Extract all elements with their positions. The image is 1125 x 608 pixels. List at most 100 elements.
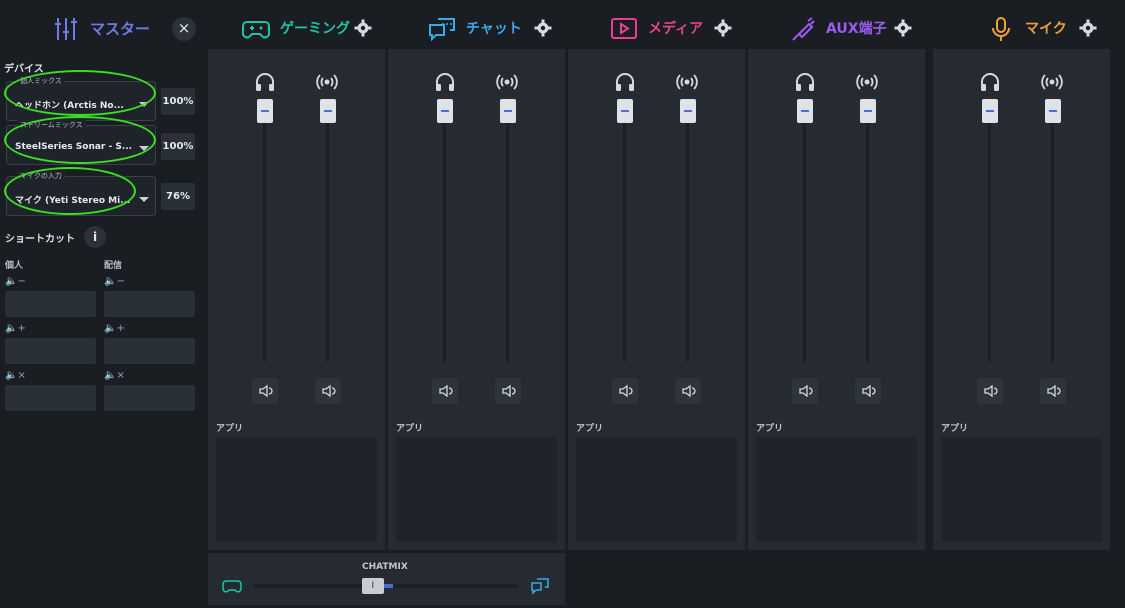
mute-icon: 🔈×	[104, 370, 125, 381]
stream-volume-slider[interactable]	[860, 99, 876, 123]
speaker-icon	[977, 384, 1003, 408]
personal-volume-track[interactable]	[988, 107, 991, 362]
headphones-icon	[434, 71, 456, 93]
speaker-icon	[1040, 384, 1066, 408]
personal-volume-slider[interactable]	[257, 99, 273, 123]
sonar-mixer: マスター × デバイス 個人ミックス ヘッドホン (Arctis No... 1…	[0, 0, 1125, 608]
chatmix-slider-handle[interactable]: I	[361, 578, 384, 594]
master-title: マスター	[90, 20, 151, 38]
master-panel: マスター × デバイス 個人ミックス ヘッドホン (Arctis No... 1…	[0, 0, 205, 608]
speaker-icon	[855, 384, 881, 408]
apps-list	[756, 437, 917, 542]
channel-gaming: ゲーミング アプリ	[208, 8, 385, 550]
apps-list	[941, 437, 1102, 542]
apps-list	[396, 437, 557, 542]
apps-label: アプリ	[756, 424, 784, 434]
gear-icon[interactable]	[1079, 19, 1097, 37]
stream-mix-select[interactable]: ストリームミックス SteelSeries Sonar - S...	[6, 120, 156, 165]
stream-volume-up-shortcut[interactable]	[104, 338, 195, 364]
apps-list	[576, 437, 737, 542]
personal-mix-select[interactable]: 個人ミックス ヘッドホン (Arctis No...	[6, 76, 156, 121]
mic-input-value: マイク (Yeti Stereo Mi...	[15, 196, 131, 206]
personal-mute-button[interactable]	[792, 378, 818, 404]
speaker-icon	[792, 384, 818, 408]
headphones-icon	[794, 71, 816, 93]
gear-icon[interactable]	[354, 19, 372, 37]
stream-mute-button[interactable]	[855, 378, 881, 404]
speaker-icon	[252, 384, 278, 408]
personal-volume-track[interactable]	[263, 107, 266, 362]
channel-header: チャット	[388, 8, 565, 49]
chevron-down-icon	[139, 102, 149, 107]
headphones-icon	[614, 71, 636, 93]
stream-volume-track[interactable]	[686, 107, 689, 362]
personal-volume-track[interactable]	[803, 107, 806, 362]
volume-down-icon: 🔈−	[5, 276, 26, 287]
shortcuts-heading: ショートカット	[5, 234, 75, 245]
channel-title: チャット	[466, 21, 522, 37]
stream-volume-down-shortcut[interactable]	[104, 291, 195, 317]
stream-mute-button[interactable]	[1040, 378, 1066, 404]
sliders-icon	[55, 18, 77, 40]
stream-volume-slider[interactable]	[320, 99, 336, 123]
channel-title: AUX端子	[826, 21, 887, 37]
personal-mute-button[interactable]	[977, 378, 1003, 404]
chatmix-fill	[382, 584, 393, 588]
stream-volume-track[interactable]	[326, 107, 329, 362]
close-button[interactable]: ×	[172, 17, 196, 41]
channel-header: マイク	[933, 8, 1110, 49]
personal-mute-button[interactable]	[252, 378, 278, 404]
play-icon	[611, 18, 637, 39]
stream-volume-track[interactable]	[1051, 107, 1054, 362]
microphone-icon	[992, 17, 1010, 41]
speaker-icon	[612, 384, 638, 408]
channel-header: AUX端子	[748, 8, 925, 49]
channel-title: ゲーミング	[280, 21, 350, 37]
personal-column-label: 個人	[5, 261, 24, 271]
info-icon[interactable]: i	[84, 226, 106, 248]
personal-volume-slider[interactable]	[437, 99, 453, 123]
gear-icon[interactable]	[894, 19, 912, 37]
stream-mute-button[interactable]	[315, 378, 341, 404]
stream-mute-button[interactable]	[495, 378, 521, 404]
personal-mute-button[interactable]	[432, 378, 458, 404]
personal-mute-button[interactable]	[612, 378, 638, 404]
channel-header: メディア	[568, 8, 745, 49]
personal-mute-shortcut[interactable]	[5, 385, 96, 411]
apps-label: アプリ	[216, 424, 244, 434]
stream-mute-button[interactable]	[675, 378, 701, 404]
broadcast-icon	[1041, 71, 1063, 93]
chatmix-panel: CHATMIX I	[208, 553, 565, 605]
personal-volume-down-shortcut[interactable]	[5, 291, 96, 317]
personal-volume-track[interactable]	[623, 107, 626, 362]
personal-volume-track[interactable]	[443, 107, 446, 362]
headphones-icon	[254, 71, 276, 93]
gamepad-icon	[242, 21, 270, 39]
stream-volume-slider[interactable]	[1045, 99, 1061, 123]
personal-volume-slider[interactable]	[797, 99, 813, 123]
apps-list	[216, 437, 377, 542]
stream-volume-track[interactable]	[866, 107, 869, 362]
channel-body: アプリ	[388, 49, 565, 550]
headphones-icon	[979, 71, 1001, 93]
stream-volume-slider[interactable]	[680, 99, 696, 123]
stream-mix-percent[interactable]: 100%	[161, 133, 195, 160]
stream-mute-shortcut[interactable]	[104, 385, 195, 411]
channel-body: アプリ	[748, 49, 925, 550]
mic-input-percent[interactable]: 76%	[161, 183, 195, 210]
chat-icon	[531, 578, 549, 595]
personal-volume-slider[interactable]	[617, 99, 633, 123]
mic-input-select[interactable]: マイクの入力 マイク (Yeti Stereo Mi...	[6, 171, 156, 216]
stream-volume-track[interactable]	[506, 107, 509, 362]
gear-icon[interactable]	[534, 19, 552, 37]
personal-volume-up-shortcut[interactable]	[5, 338, 96, 364]
chatmix-label: CHATMIX	[362, 562, 408, 572]
channel-body: アプリ	[933, 49, 1110, 550]
personal-volume-slider[interactable]	[982, 99, 998, 123]
gear-icon[interactable]	[714, 19, 732, 37]
channel-title: メディア	[648, 21, 704, 37]
speaker-icon	[495, 384, 521, 408]
personal-mix-percent[interactable]: 100%	[161, 88, 195, 115]
stream-mix-value: SteelSeries Sonar - S...	[15, 142, 133, 152]
stream-volume-slider[interactable]	[500, 99, 516, 123]
